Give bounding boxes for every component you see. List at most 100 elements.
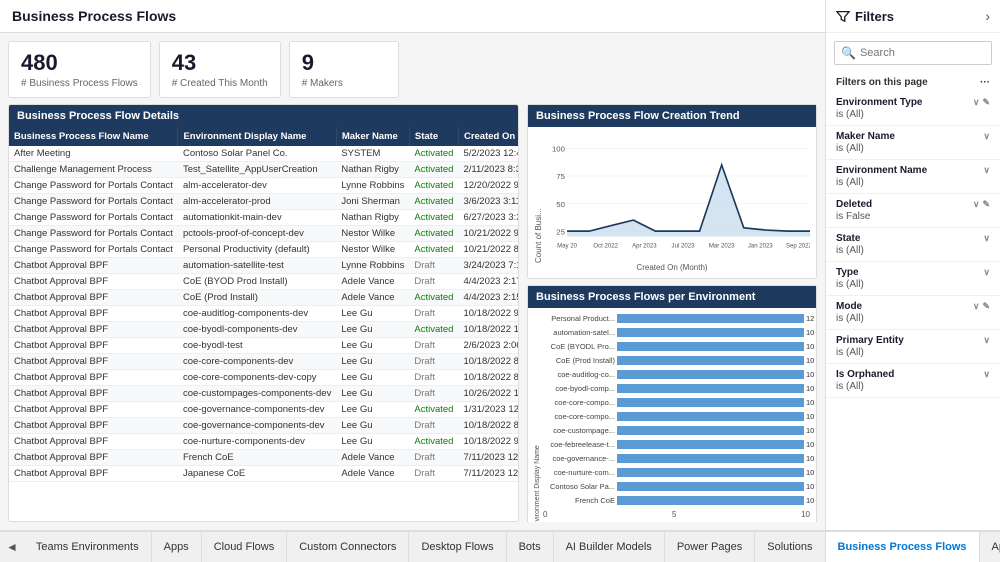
cell-14-4: 10/18/2022 8:25:37 AM bbox=[458, 370, 518, 386]
filter-item-1[interactable]: Maker Name ∨ is (All) bbox=[826, 126, 1000, 160]
tab-business-process-flows[interactable]: Business Process Flows bbox=[826, 532, 980, 562]
tab-desktop-flows[interactable]: Desktop Flows bbox=[409, 532, 506, 562]
kpi-card-1: 43# Created This Month bbox=[159, 41, 281, 98]
table-row[interactable]: Chatbot Approval BPFCoE (BYOD Prod Insta… bbox=[9, 274, 518, 290]
cell-6-1: Personal Productivity (default) bbox=[178, 242, 336, 258]
filter-chevron-2[interactable]: ∨ bbox=[983, 165, 990, 176]
filter-chevron-1[interactable]: ∨ bbox=[983, 131, 990, 142]
bar-value: 10 bbox=[806, 468, 814, 477]
cell-20-4: 7/11/2023 12:53:29 PM bbox=[458, 466, 518, 482]
table-row[interactable]: Chatbot Approval BPFcoe-core-components-… bbox=[9, 370, 518, 386]
filters-panel: Filters › 🔍 Filters on this page ··· Env… bbox=[825, 0, 1000, 530]
tab-bots[interactable]: Bots bbox=[507, 532, 554, 562]
filter-chevron-6[interactable]: ∨ bbox=[973, 301, 980, 312]
cell-3-2: Joni Sherman bbox=[336, 194, 409, 210]
svg-text:Jan 2023: Jan 2023 bbox=[748, 244, 774, 250]
table-row[interactable]: Change Password for Portals Contactalm-a… bbox=[9, 194, 518, 210]
filters-close-btn[interactable]: › bbox=[985, 8, 990, 24]
table-row[interactable]: Chatbot Approval BPFcoe-governance-compo… bbox=[9, 418, 518, 434]
x-tick-0: 0 bbox=[543, 510, 547, 519]
filter-search-input[interactable] bbox=[860, 47, 985, 59]
tab-apps[interactable]: Apps bbox=[152, 532, 202, 562]
table-row[interactable]: Chatbot Approval BPFautomation-satellite… bbox=[9, 258, 518, 274]
filter-chevron-0[interactable]: ∨ bbox=[973, 97, 980, 108]
table-row[interactable]: Chatbot Approval BPFcoe-byodl-testLee Gu… bbox=[9, 338, 518, 354]
table-row[interactable]: Chatbot Approval BPFCoE (Prod Install)Ad… bbox=[9, 290, 518, 306]
tab-power-pages[interactable]: Power Pages bbox=[665, 532, 755, 562]
filter-edit-0[interactable]: ✎ bbox=[982, 97, 990, 108]
cell-12-0: Chatbot Approval BPF bbox=[9, 338, 178, 354]
filter-item-5[interactable]: Type ∨ is (All) bbox=[826, 262, 1000, 296]
tab-cloud-flows[interactable]: Cloud Flows bbox=[202, 532, 288, 562]
table-wrapper[interactable]: Business Process Flow NameEnvironment Di… bbox=[9, 127, 518, 521]
cell-1-1: Test_Satellite_AppUserCreation bbox=[178, 162, 336, 178]
filter-chevron-4[interactable]: ∨ bbox=[983, 233, 990, 244]
table-header: Business Process Flow NameEnvironment Di… bbox=[9, 127, 518, 146]
filter-item-3[interactable]: Deleted ∨ ✎ is False bbox=[826, 194, 1000, 228]
tab-prev-btn[interactable]: ◄ bbox=[0, 532, 24, 562]
bar-value: 10 bbox=[806, 496, 814, 505]
table-row[interactable]: After MeetingContoso Solar Panel Co.SYST… bbox=[9, 146, 518, 162]
table-row[interactable]: Chatbot Approval BPFcoe-core-components-… bbox=[9, 354, 518, 370]
cell-17-1: coe-governance-components-dev bbox=[178, 418, 336, 434]
tab-solutions[interactable]: Solutions bbox=[755, 532, 825, 562]
table-row[interactable]: Change Password for Portals ContactPerso… bbox=[9, 242, 518, 258]
filter-item-4[interactable]: State ∨ is (All) bbox=[826, 228, 1000, 262]
filter-item-7[interactable]: Primary Entity ∨ is (All) bbox=[826, 330, 1000, 364]
cell-11-0: Chatbot Approval BPF bbox=[9, 322, 178, 338]
cell-18-3: Activated bbox=[409, 434, 458, 450]
cell-8-2: Adele Vance bbox=[336, 274, 409, 290]
filter-chevron-7[interactable]: ∨ bbox=[983, 335, 990, 346]
svg-text:Oct 2022: Oct 2022 bbox=[593, 244, 618, 250]
table-row[interactable]: Chatbot Approval BPFFrench CoEAdele Vanc… bbox=[9, 450, 518, 466]
table-row[interactable]: Chatbot Approval BPFcoe-governance-compo… bbox=[9, 402, 518, 418]
bar-row: Contoso Solar Pa...10 bbox=[543, 480, 810, 493]
bar-fill bbox=[617, 426, 804, 435]
page-header: Business Process Flows bbox=[0, 0, 825, 33]
filter-edit-3[interactable]: ✎ bbox=[982, 199, 990, 210]
table-row[interactable]: Change Password for Portals Contactalm-a… bbox=[9, 178, 518, 194]
cell-10-0: Chatbot Approval BPF bbox=[9, 306, 178, 322]
filter-item-2[interactable]: Environment Name ∨ is (All) bbox=[826, 160, 1000, 194]
cell-19-1: French CoE bbox=[178, 450, 336, 466]
table-row[interactable]: Chatbot Approval BPFcoe-nurture-componen… bbox=[9, 434, 518, 450]
cell-4-0: Change Password for Portals Contact bbox=[9, 210, 178, 226]
filter-edit-6[interactable]: ✎ bbox=[982, 301, 990, 312]
bar-label: CoE (BYODL Pro... bbox=[543, 342, 615, 351]
table-row[interactable]: Challenge Management ProcessTest_Satelli… bbox=[9, 162, 518, 178]
bar-row: CoE (BYODL Pro...10 bbox=[543, 340, 810, 353]
filter-icon bbox=[836, 9, 850, 23]
table-row[interactable]: Chatbot Approval BPFcoe-byodl-components… bbox=[9, 322, 518, 338]
table-row[interactable]: Chatbot Approval BPFJapanese CoEAdele Va… bbox=[9, 466, 518, 482]
table-row[interactable]: Change Password for Portals Contactpctoo… bbox=[9, 226, 518, 242]
cell-14-0: Chatbot Approval BPF bbox=[9, 370, 178, 386]
bar-row: French CoE10 bbox=[543, 494, 810, 507]
filter-chevron-8[interactable]: ∨ bbox=[983, 369, 990, 380]
tab-ap[interactable]: Ap bbox=[980, 532, 1000, 562]
trend-y-label: Count of Busi... bbox=[534, 133, 543, 263]
cell-0-2: SYSTEM bbox=[336, 146, 409, 162]
filter-value-2: is (All) bbox=[836, 177, 990, 188]
tab-ai-builder-models[interactable]: AI Builder Models bbox=[554, 532, 665, 562]
cell-18-4: 10/18/2022 9:00:51 AM bbox=[458, 434, 518, 450]
cell-4-2: Nathan Rigby bbox=[336, 210, 409, 226]
table-row[interactable]: Chatbot Approval BPFcoe-custompages-comp… bbox=[9, 386, 518, 402]
filter-item-6[interactable]: Mode ∨ ✎ is (All) bbox=[826, 296, 1000, 330]
tab-teams-environments[interactable]: Teams Environments bbox=[24, 532, 152, 562]
filter-item-0[interactable]: Environment Type ∨ ✎ is (All) bbox=[826, 92, 1000, 126]
filter-item-8[interactable]: Is Orphaned ∨ is (All) bbox=[826, 364, 1000, 398]
cell-5-2: Nestor Wilke bbox=[336, 226, 409, 242]
tab-custom-connectors[interactable]: Custom Connectors bbox=[287, 532, 409, 562]
filter-chevron-3[interactable]: ∨ bbox=[973, 199, 980, 210]
cell-16-0: Chatbot Approval BPF bbox=[9, 402, 178, 418]
cell-17-0: Chatbot Approval BPF bbox=[9, 418, 178, 434]
mid-row: Business Process Flow Details Business P… bbox=[8, 104, 817, 522]
table-row[interactable]: Chatbot Approval BPFcoe-auditlog-compone… bbox=[9, 306, 518, 322]
filter-value-7: is (All) bbox=[836, 347, 990, 358]
filter-search-box[interactable]: 🔍 bbox=[834, 41, 992, 65]
table-row[interactable]: Change Password for Portals Contactautom… bbox=[9, 210, 518, 226]
cell-17-2: Lee Gu bbox=[336, 418, 409, 434]
filter-chevron-5[interactable]: ∨ bbox=[983, 267, 990, 278]
cell-4-3: Activated bbox=[409, 210, 458, 226]
filters-more-btn[interactable]: ··· bbox=[980, 77, 990, 88]
